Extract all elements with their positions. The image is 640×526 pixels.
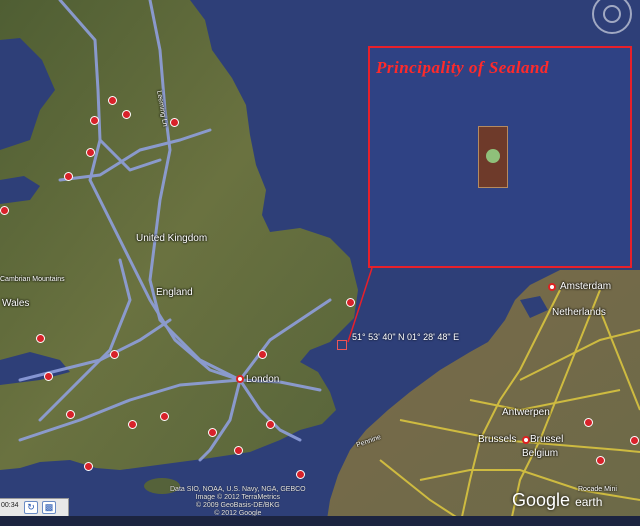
imagery-credits: Data SIO, NOAA, U.S. Navy, NGA, GEBCO Im… [170,486,306,518]
label-brussel: Brussel [530,434,564,445]
road-shield [84,462,93,471]
label-wales: Wales [2,298,30,309]
road-shield [346,298,355,307]
road-shield [630,436,639,445]
road-shield [66,410,75,419]
road-shield [160,412,169,421]
label-belgium: Belgium [522,448,559,459]
road-shield [234,446,243,455]
road-shield [584,418,593,427]
inset-title: Principality of Sealand [376,58,549,77]
road-shield [64,172,73,181]
road-shield [86,148,95,157]
helipad-icon [486,149,500,163]
london-marker[interactable] [236,375,244,383]
sealand-location-marker[interactable] [337,340,347,350]
road-shield [208,428,217,437]
repeat-icon[interactable]: ↻ [24,501,38,514]
status-bar [0,516,640,526]
label-united-kingdom: United Kingdom [136,233,208,244]
earth-wordmark: earth [575,495,603,509]
road-shield [44,372,53,381]
label-antwerpen: Antwerpen [502,407,550,418]
credit-line: Data SIO, NOAA, U.S. Navy, NGA, GEBCO [170,486,306,493]
road-shield [296,470,305,479]
road-shield [36,334,45,343]
road-shield [90,116,99,125]
label-netherlands: Netherlands [552,307,606,318]
google-earth-logo: Google earth [512,490,602,511]
road-shield [122,110,131,119]
label-london: London [246,374,280,385]
sealand-inset-panel: Principality of Sealand [368,46,632,268]
road-shield [128,420,137,429]
save-icon[interactable]: ▩ [42,501,56,514]
google-wordmark: Google [512,490,571,510]
road-shield [258,350,267,359]
amsterdam-marker[interactable] [548,283,556,291]
road-shield [170,118,179,127]
road-shield [0,206,9,215]
label-amsterdam: Amsterdam [560,281,612,292]
tour-toolbar: 00:34 ↻ ▩ [0,498,69,517]
road-shield [108,96,117,105]
sealand-platform-image [478,126,508,188]
coordinate-readout: 51° 53' 40" N 01° 28' 48" E [352,332,460,342]
road-shield [596,456,605,465]
label-brussels: Brussels [478,434,517,445]
tour-time: 00:34 [1,502,19,509]
credit-line: © 2009 GeoBasis-DE/BKG [195,502,280,509]
road-shield [110,350,119,359]
road-shield [266,420,275,429]
credit-line: Image © 2012 TerraMetrics [195,494,281,501]
label-england: England [156,287,193,298]
compass-ring-icon [603,5,621,23]
brussels-marker[interactable] [522,436,530,444]
label-cambrian-mountains: Cambrian Mountains [0,276,65,283]
